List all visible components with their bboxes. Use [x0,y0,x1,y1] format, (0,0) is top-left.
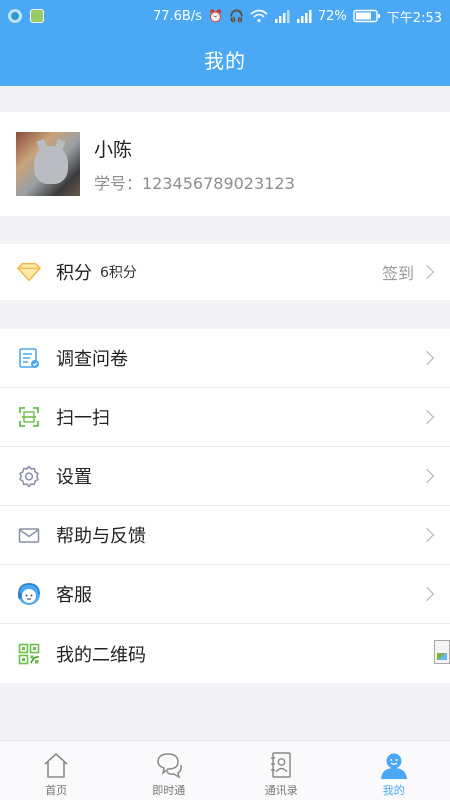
bottom-tab-bar: 首页 即时通 通讯录 我的 [0,740,450,800]
contacts-icon [271,752,291,778]
chevron-right-icon [419,586,435,602]
signal-icon [274,10,290,23]
menu-item-label: 扫一扫 [56,408,110,429]
avatar[interactable] [16,132,80,196]
customer-service-icon [16,581,42,607]
wifi-icon [250,9,268,23]
network-speed: 77.6B/s [152,8,202,24]
menu-item-help-feedback[interactable]: 帮助与反馈 [0,506,450,565]
tab-chat[interactable]: 即时通 [113,741,226,800]
scan-icon [16,404,42,430]
menu-item-label: 调查问卷 [56,349,128,370]
app-notification-icon [30,9,44,23]
points-label: 积分 [56,263,92,284]
broken-image-icon [434,640,450,664]
clock: 下午2:53 [386,10,442,26]
alarm-icon: ⏰ [207,9,223,23]
battery-percent: 72% [317,8,347,24]
chevron-right-icon [419,264,435,280]
check-in-button[interactable]: 签到 [382,260,414,284]
menu-item-my-qr-code[interactable]: 我的二维码 [0,624,450,683]
menu-item-settings[interactable]: 设置 [0,447,450,506]
notification-icon [8,9,22,23]
chevron-right-icon [419,468,435,484]
menu-item-customer-service[interactable]: 客服 [0,565,450,624]
page-title: 我的 [204,48,246,73]
diamond-icon [16,259,42,285]
battery-icon [353,9,380,23]
survey-icon [16,345,42,371]
tab-label: 通讯录 [264,784,298,797]
title-bar: 我的 [0,32,450,86]
profile-student-id: 学号：12345678902312З [94,173,295,193]
settings-gear-icon [16,463,42,489]
status-bar: 77.6B/s ⏰ 🎧 72% 下午2:53 [0,0,450,32]
menu-list: 调查问卷 扫一扫 设置 帮助与反馈 客服 我的二维码 [0,329,450,683]
headphones-icon: 🎧 [228,9,244,23]
points-row[interactable]: 积分 6积分 签到 [0,244,450,300]
qr-code-icon [16,641,42,667]
profile-card[interactable]: 小陈 学号：12345678902312З [0,112,450,216]
tab-label: 即时通 [152,784,186,797]
menu-item-label: 设置 [56,467,92,488]
menu-item-label: 我的二维码 [56,644,146,666]
menu-item-label: 客服 [56,585,92,606]
chevron-right-icon [419,527,435,543]
profile-name: 小陈 [94,138,133,161]
tab-home[interactable]: 首页 [0,741,113,800]
menu-item-label: 帮助与反馈 [56,526,146,547]
chevron-right-icon [419,409,435,425]
tab-me[interactable]: 我的 [338,741,450,800]
home-icon [44,753,68,778]
chat-icon [156,753,182,779]
menu-item-scan[interactable]: 扫一扫 [0,388,450,447]
mail-icon [16,522,42,548]
chevron-right-icon [419,350,435,366]
menu-item-survey[interactable]: 调查问卷 [0,329,450,388]
tab-contacts[interactable]: 通讯录 [225,741,338,800]
signal-icon-2 [296,10,312,23]
tab-label: 我的 [382,784,405,797]
tab-label: 首页 [45,784,68,797]
user-icon [380,753,407,779]
points-value: 6积分 [100,265,137,281]
